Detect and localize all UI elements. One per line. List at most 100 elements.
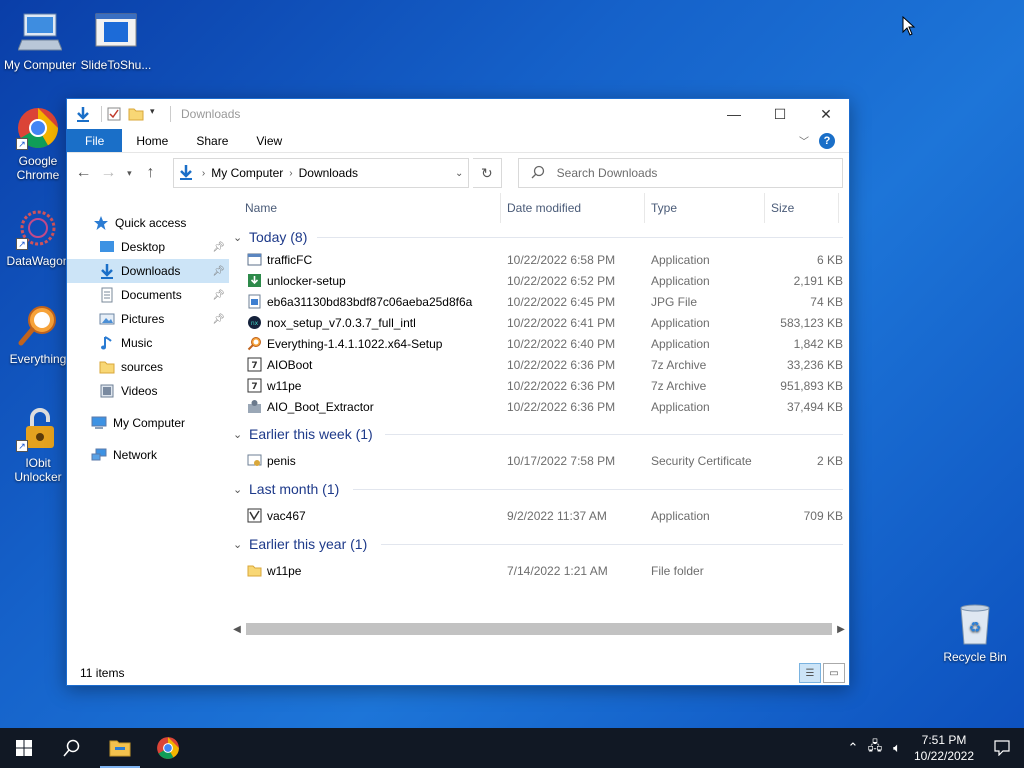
group-divider [385, 434, 843, 435]
file-row[interactable]: nx nox_setup_v7.0.3.7_full_intl 10/22/20… [229, 312, 849, 333]
tab-home[interactable]: Home [122, 129, 182, 152]
datawagon-icon: ↗ [16, 206, 60, 250]
chevron-up-icon[interactable]: ⌃ [842, 740, 864, 756]
search-box[interactable] [517, 158, 843, 188]
sidebar-item-network[interactable]: Network [67, 443, 229, 467]
image-file-icon [248, 294, 261, 309]
computer-icon [17, 10, 63, 54]
sidebar-item-downloads[interactable]: Downloads 📌︎ [67, 259, 229, 283]
file-row[interactable]: trafficFC 10/22/2022 6:58 PM Application… [229, 249, 849, 270]
sidebar-item-desktop[interactable]: Desktop 📌︎ [67, 235, 229, 259]
properties-check-icon[interactable] [106, 106, 122, 122]
file-row[interactable]: Everything-1.4.1.1022.x64-Setup 10/22/20… [229, 333, 849, 354]
column-header-size[interactable]: Size [765, 193, 839, 223]
address-bar[interactable]: › My Computer › Downloads ⌄ [172, 158, 470, 188]
windows-logo-icon [16, 740, 32, 756]
help-icon[interactable]: ? [819, 132, 835, 149]
file-size: 33,236 KB [786, 358, 843, 372]
details-view-icon[interactable]: ☰ [799, 663, 821, 683]
slide-to-shutdown-icon [94, 10, 138, 54]
file-row[interactable]: 7 AIOBoot 10/22/2022 6:36 PM 7z Archive … [229, 354, 849, 375]
maximize-button[interactable]: ☐ [757, 99, 803, 129]
group-header-today[interactable]: ⌄ Today (8) [229, 225, 849, 249]
sidebar-item-videos[interactable]: Videos [67, 379, 229, 403]
taskbar-google-chrome[interactable] [144, 728, 192, 768]
large-icons-view-icon[interactable]: ▭ [823, 663, 845, 683]
group-header-last-month[interactable]: ⌄ Last month (1) [229, 477, 849, 501]
certificate-icon [247, 454, 262, 466]
sidebar-item-my-computer[interactable]: My Computer [67, 411, 229, 435]
column-header-type[interactable]: Type [645, 193, 765, 223]
ribbon-tabs: File Home Share View ﹀ ? [67, 129, 849, 153]
file-row[interactable]: AIO_Boot_Extractor 10/22/2022 6:36 PM Ap… [229, 396, 849, 417]
sidebar-item-documents[interactable]: Documents 📌︎ [67, 283, 229, 307]
scroll-right-icon[interactable]: ▶ [833, 624, 849, 635]
chevron-right-icon[interactable]: › [289, 168, 292, 179]
scroll-left-icon[interactable]: ◀ [229, 624, 245, 635]
file-name: w11pe [267, 379, 302, 393]
back-button[interactable]: ← [73, 160, 94, 186]
expand-ribbon-icon[interactable]: ﹀ [799, 133, 809, 148]
breadcrumb-my-computer[interactable]: My Computer [211, 166, 283, 180]
column-header-date[interactable]: Date modified [501, 193, 645, 223]
desktop-icon-everything[interactable]: Everything [0, 304, 76, 366]
tab-share[interactable]: Share [182, 129, 242, 152]
taskbar-file-explorer[interactable] [96, 728, 144, 768]
new-folder-icon[interactable] [128, 106, 144, 122]
file-date: 10/22/2022 6:36 PM [507, 400, 616, 414]
chevron-down-icon[interactable]: ⌄ [450, 168, 468, 179]
breadcrumb-downloads[interactable]: Downloads [299, 166, 358, 180]
file-type: Application [651, 253, 710, 267]
desktop-icon-my-computer[interactable]: My Computer [2, 10, 78, 72]
search-icon [63, 739, 80, 757]
search-button[interactable] [48, 728, 96, 768]
refresh-button[interactable]: ↻ [473, 158, 502, 188]
desktop-icon-recycle-bin[interactable]: ♻ Recycle Bin [937, 602, 1013, 664]
file-row[interactable]: 7 w11pe 10/22/2022 6:36 PM 7z Archive 95… [229, 375, 849, 396]
desktop-icon-label: My Computer [3, 58, 77, 72]
title-bar[interactable]: ▾ Downloads — ☐ ✕ [67, 99, 849, 129]
sidebar-item-pictures[interactable]: Pictures 📌︎ [67, 307, 229, 331]
file-row[interactable]: unlocker-setup 10/22/2022 6:52 PM Applic… [229, 270, 849, 291]
desktop-icon-iobit-unlocker[interactable]: ↗ IObit Unlocker [0, 408, 76, 484]
notification-button[interactable] [980, 740, 1024, 756]
desktop-icon-google-chrome[interactable]: ↗ Google Chrome [0, 106, 76, 182]
horizontal-scrollbar[interactable]: ◀ ▶ [229, 621, 849, 637]
recent-locations-icon[interactable]: ▾ [123, 160, 136, 186]
search-input[interactable] [556, 166, 837, 180]
file-row[interactable]: vac467 9/2/2022 11:37 AM Application 709… [229, 505, 849, 526]
item-count: 11 items [80, 666, 125, 680]
column-header-name[interactable]: Name [239, 193, 501, 223]
explorer-window[interactable]: ▾ Downloads — ☐ ✕ File Home Share View ﹀… [66, 98, 850, 686]
sidebar-item-music[interactable]: Music [67, 331, 229, 355]
file-date: 9/2/2022 11:37 AM [507, 509, 607, 523]
clock[interactable]: 7:51 PM 10/22/2022 [908, 732, 980, 764]
videos-folder-icon [99, 383, 115, 399]
sidebar-item-sources[interactable]: sources [67, 355, 229, 379]
desktop-icon-datawagon[interactable]: ↗ DataWagon [0, 206, 76, 268]
system-tray: ⌃ 🖧︎ 🔈︎ 7:51 PM 10/22/2022 [842, 728, 1024, 768]
customize-dropdown-icon[interactable]: ▾ [150, 106, 160, 122]
desktop-icon-slidetoshutdown[interactable]: SlideToShu... [78, 10, 154, 72]
shortcut-arrow-icon: ↗ [16, 138, 28, 150]
start-button[interactable] [0, 728, 48, 768]
file-row[interactable]: penis 10/17/2022 7:58 PM Security Certif… [229, 450, 849, 471]
search-icon [531, 165, 545, 182]
file-type: Application [651, 274, 710, 288]
forward-button[interactable]: → [98, 160, 119, 186]
file-row[interactable]: w11pe 7/14/2022 1:21 AM File folder [229, 560, 849, 581]
scroll-thumb[interactable] [246, 623, 832, 635]
tab-file[interactable]: File [67, 129, 123, 152]
sidebar-item-quick-access[interactable]: Quick access [67, 211, 229, 235]
tab-view[interactable]: View [242, 129, 296, 152]
close-button[interactable]: ✕ [803, 99, 849, 129]
minimize-button[interactable]: — [711, 99, 757, 129]
up-button[interactable]: ↑ [140, 160, 161, 186]
group-header-earlier-this-year[interactable]: ⌄ Earlier this year (1) [229, 532, 849, 556]
title-separator [170, 106, 171, 122]
network-icon[interactable]: 🖧︎ [864, 737, 886, 759]
volume-icon[interactable]: 🔈︎ [886, 740, 908, 756]
group-header-earlier-this-week[interactable]: ⌄ Earlier this week (1) [229, 422, 849, 446]
file-row[interactable]: eb6a31130bd83bdf87c06aeba25d8f6a 10/22/2… [229, 291, 849, 312]
documents-folder-icon [99, 287, 115, 303]
